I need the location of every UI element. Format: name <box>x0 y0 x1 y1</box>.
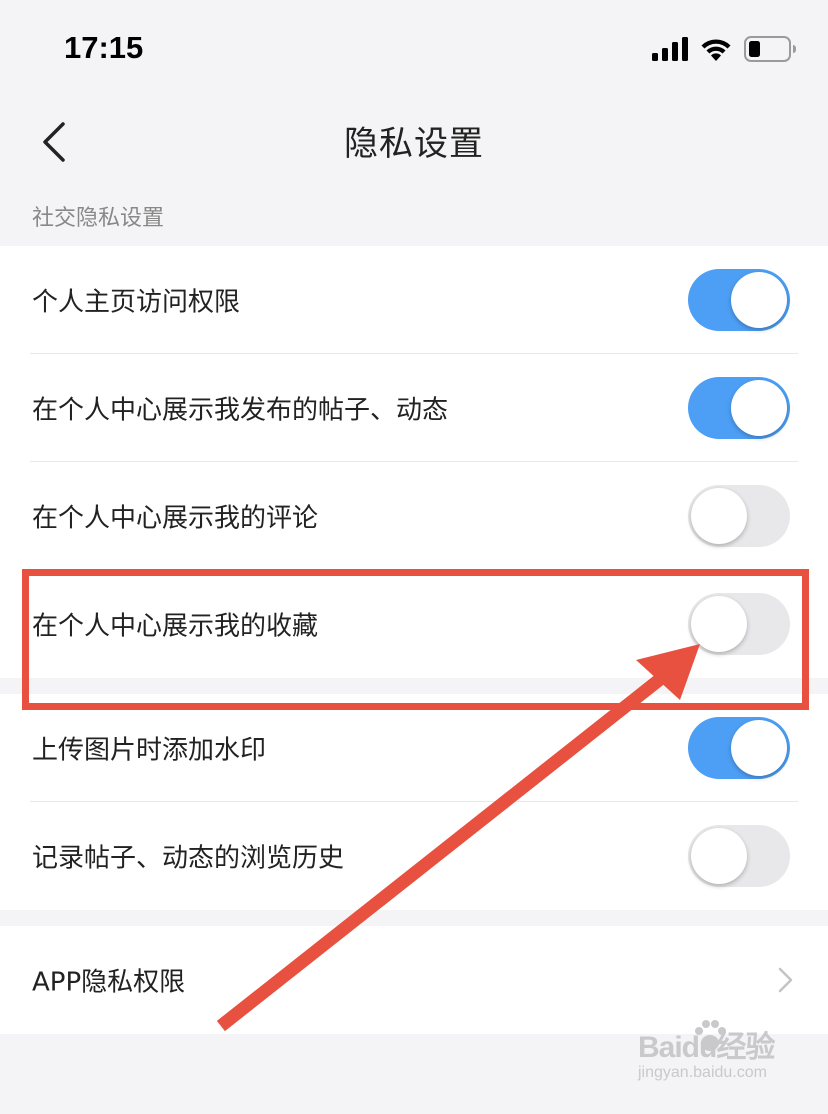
settings-group-content: 上传图片时添加水印 记录帖子、动态的浏览历史 <box>0 694 828 910</box>
toggle-knob <box>731 720 787 776</box>
setting-label: 个人主页访问权限 <box>32 287 241 318</box>
watermark-url: jingyan.baidu.com <box>638 1064 767 1081</box>
section-header: 社交隐私设置 <box>32 206 165 231</box>
setting-label: APP隐私权限 <box>32 967 186 998</box>
page-title: 隐私设置 <box>344 124 484 164</box>
watermark-brand: Baidu经验 <box>638 1031 775 1064</box>
show-posts-toggle[interactable] <box>688 377 790 439</box>
toggle-knob <box>691 488 747 544</box>
setting-row-show-favorites: 在个人中心展示我的收藏 <box>0 570 828 678</box>
profile-access-toggle[interactable] <box>688 269 790 331</box>
watermark-toggle[interactable] <box>688 717 790 779</box>
toggle-knob <box>691 828 747 884</box>
toggle-knob <box>731 380 787 436</box>
setting-label: 记录帖子、动态的浏览历史 <box>32 843 345 874</box>
settings-group-social: 个人主页访问权限 在个人中心展示我发布的帖子、动态 在个人中心展示我的评论 在个… <box>0 246 828 678</box>
browse-history-toggle[interactable] <box>688 825 790 887</box>
setting-label: 在个人中心展示我的评论 <box>32 503 319 534</box>
status-bar: 17:15 <box>0 0 828 96</box>
chevron-right-icon <box>778 967 793 993</box>
toggle-knob <box>731 272 787 328</box>
baidu-jingyan-watermark: Baidu经验 jingyan.baidu.com <box>634 1020 784 1092</box>
setting-label: 在个人中心展示我的收藏 <box>32 611 319 642</box>
show-comments-toggle[interactable] <box>688 485 790 547</box>
show-favorites-toggle[interactable] <box>688 593 790 655</box>
setting-row-show-comments: 在个人中心展示我的评论 <box>0 462 828 570</box>
setting-row-watermark: 上传图片时添加水印 <box>0 694 828 802</box>
nav-bar: 隐私设置 <box>0 96 828 188</box>
setting-row-profile-access: 个人主页访问权限 <box>0 246 828 354</box>
toggle-knob <box>691 596 747 652</box>
setting-label: 在个人中心展示我发布的帖子、动态 <box>32 395 449 426</box>
battery-icon <box>744 36 796 62</box>
setting-row-show-posts: 在个人中心展示我发布的帖子、动态 <box>0 354 828 462</box>
setting-label: 上传图片时添加水印 <box>32 735 267 766</box>
cellular-signal-icon <box>652 37 688 61</box>
wifi-icon <box>701 39 731 61</box>
status-icons <box>652 34 796 64</box>
setting-row-browse-history: 记录帖子、动态的浏览历史 <box>0 802 828 910</box>
status-time: 17:15 <box>64 30 144 65</box>
